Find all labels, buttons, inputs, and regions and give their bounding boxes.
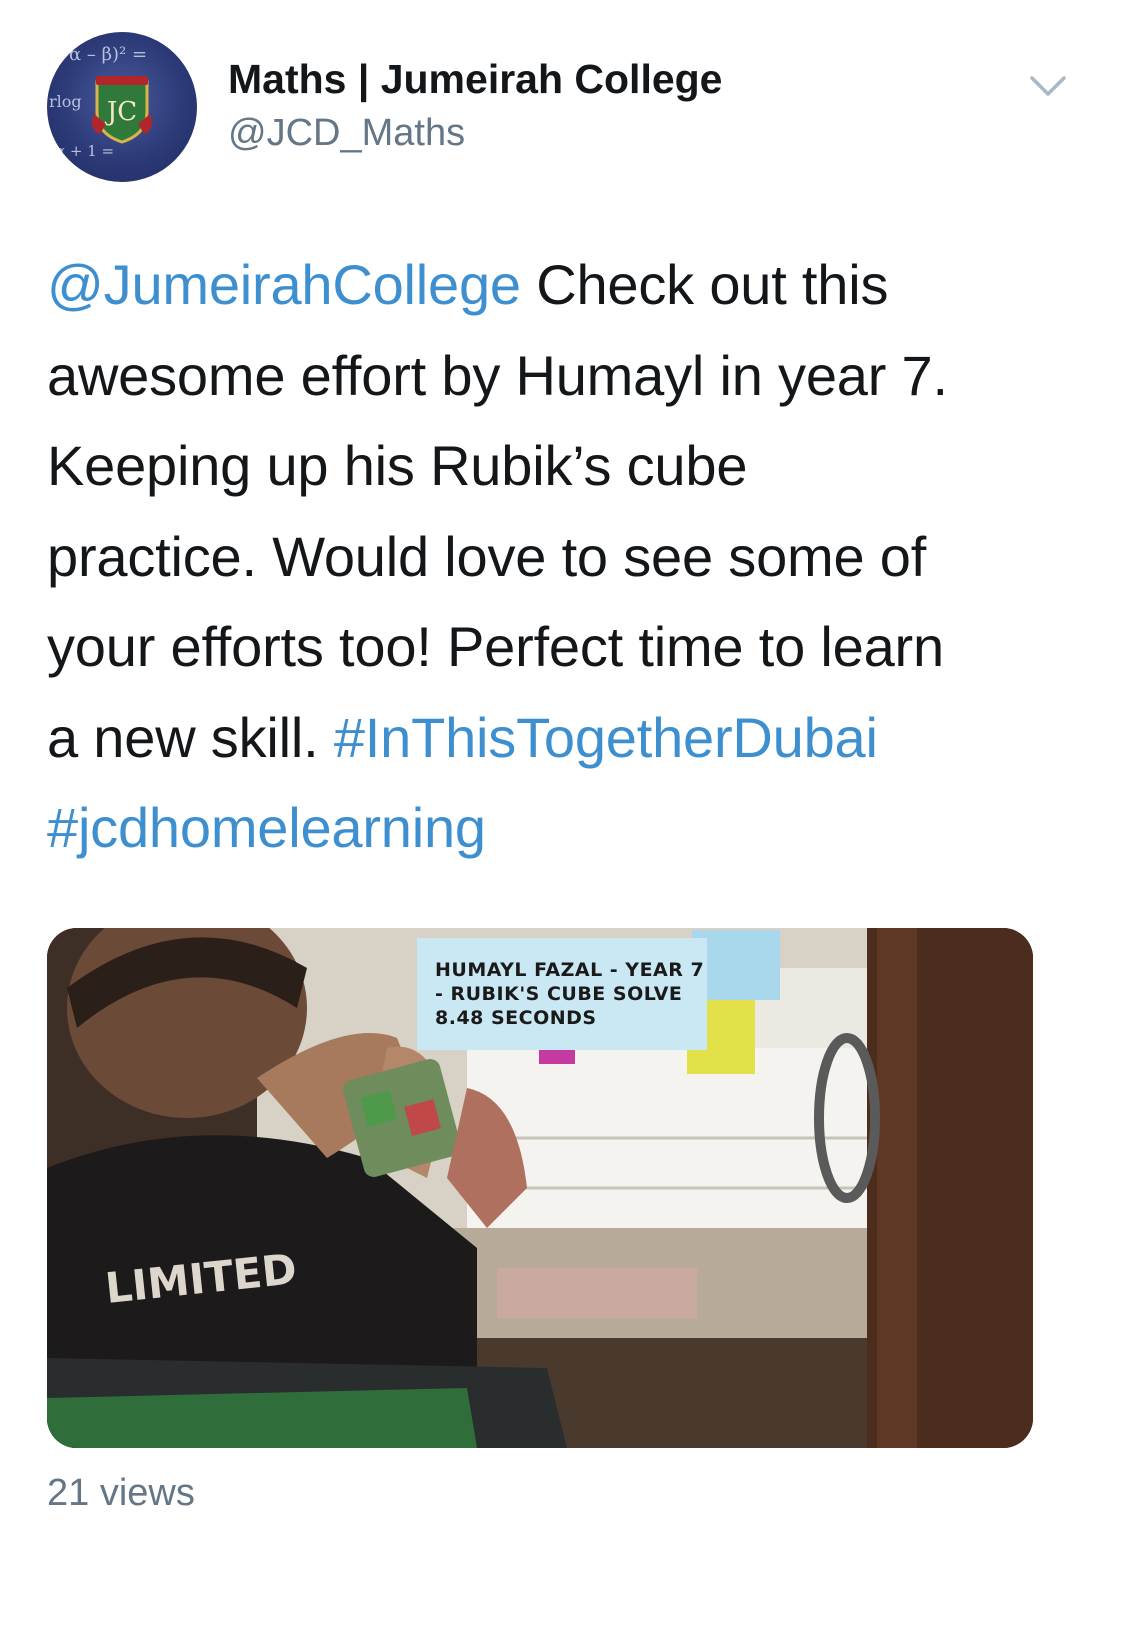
tweet-line-2: awesome effort by Humayl in year 7. <box>47 343 948 407</box>
tweet-line-7: #jcdhomelearning <box>47 783 1087 874</box>
avatar-math-decor-left: rlog <box>49 92 82 111</box>
tweet-line-1: @JumeirahCollege Check out this <box>47 240 1087 331</box>
tweet-line-1-text: Check out this <box>520 253 889 316</box>
tweet-line-5: your efforts too! Perfect time to learn <box>47 615 944 678</box>
tweet-line-6: a new skill. #InThisTogetherDubai <box>47 693 1087 784</box>
tweet: α – β)² = rlog α + 1 = JC Maths | Jumeir… <box>0 0 1125 1635</box>
avatar-math-decor-bottom: α + 1 = <box>55 142 115 160</box>
hashtag-link[interactable]: #InThisTogetherDubai <box>334 706 878 769</box>
video-caption-line-1: HUMAYL FAZAL - YEAR 7 <box>435 959 705 981</box>
video-player[interactable]: LIMITED HUMAYL FAZAL - YEAR 7 - RUBIK'S … <box>47 928 1033 1448</box>
video-caption-line-2: - RUBIK'S CUBE SOLVE <box>435 983 683 1005</box>
mention-link[interactable]: @JumeirahCollege <box>47 253 521 316</box>
svg-text:JC: JC <box>104 97 137 127</box>
avatar-math-decor-top: α – β)² = <box>69 44 148 65</box>
chevron-down-icon[interactable] <box>1028 72 1068 100</box>
tweet-line-3: Keeping up his Rubik’s cube <box>47 434 748 497</box>
tweet-text: @JumeirahCollege Check out this awesome … <box>47 240 1087 874</box>
account-name[interactable]: Maths | Jumeirah College <box>228 56 722 103</box>
video-caption-line-3: 8.48 SECONDS <box>435 1007 597 1029</box>
avatar[interactable]: α – β)² = rlog α + 1 = JC <box>47 32 197 182</box>
view-count: 21 views <box>47 1472 195 1514</box>
hashtag-link[interactable]: #jcdhomelearning <box>47 796 486 859</box>
jc-crest-icon: JC <box>92 76 152 144</box>
account-handle[interactable]: @JCD_Maths <box>228 112 465 155</box>
video-caption-text: HUMAYL FAZAL - YEAR 7 - RUBIK'S CUBE SOL… <box>435 958 765 1030</box>
tweet-line-4: practice. Would love to see some of <box>47 524 927 588</box>
tweet-line-6-text: a new skill. <box>47 705 334 769</box>
